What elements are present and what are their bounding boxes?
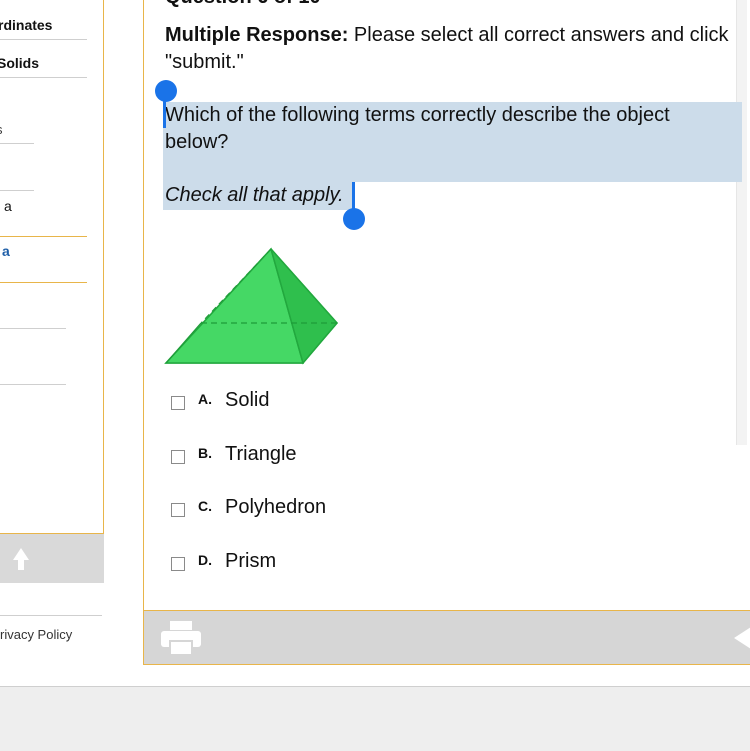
square-pyramid-image <box>164 247 338 365</box>
option-d-checkbox[interactable] <box>171 557 185 571</box>
sidebar-divider <box>0 384 66 385</box>
option-a-checkbox[interactable] <box>171 396 185 410</box>
left-sidebar: rdinates Solids s a a <box>0 0 104 583</box>
sidebar-item-active[interactable]: a <box>2 243 10 259</box>
bottom-toolbar <box>143 610 750 665</box>
selection-end-handle[interactable] <box>343 208 365 230</box>
instruction-label: Multiple Response: <box>165 24 349 46</box>
sidebar-item-solids[interactable]: Solids <box>0 55 39 71</box>
sidebar-divider <box>0 77 87 78</box>
footer-divider <box>0 615 102 616</box>
sidebar-divider <box>0 328 66 329</box>
option-label: Solid <box>225 389 270 411</box>
selection-start-handle[interactable] <box>155 80 177 102</box>
question-title: Question 6 of 10 <box>165 0 321 9</box>
next-arrow-icon[interactable] <box>734 623 750 653</box>
sidebar-divider <box>0 190 34 191</box>
option-letter: D. <box>198 552 212 568</box>
option-letter: B. <box>198 445 212 461</box>
sidebar-item-a[interactable]: a <box>4 198 12 214</box>
instructions: Multiple Response: Please select all cor… <box>165 22 735 76</box>
sidebar-scroll-up-button[interactable] <box>0 533 104 583</box>
selection-start-caret <box>163 100 166 128</box>
selection-end-caret <box>352 182 355 210</box>
sidebar-active-bottom-border <box>0 282 87 283</box>
sidebar-divider <box>0 39 87 40</box>
printer-icon[interactable] <box>161 621 201 655</box>
sidebar-item-coordinates[interactable]: rdinates <box>0 17 52 33</box>
sidebar-active-top-border <box>0 236 87 237</box>
option-label: Triangle <box>225 443 297 465</box>
page-footer <box>0 686 750 751</box>
sidebar-divider <box>0 143 34 144</box>
privacy-policy-link[interactable]: rivacy Policy <box>0 627 72 642</box>
option-b-checkbox[interactable] <box>171 450 185 464</box>
up-arrow-icon <box>13 548 29 570</box>
check-all-instruction: Check all that apply. <box>165 184 344 206</box>
option-label: Prism <box>225 550 277 572</box>
option-letter: C. <box>198 498 212 514</box>
sidebar-item-partial[interactable]: s <box>0 122 3 137</box>
option-letter: A. <box>198 391 212 407</box>
panel-scrollbar[interactable] <box>736 0 747 445</box>
option-c-checkbox[interactable] <box>171 503 185 517</box>
option-label: Polyhedron <box>225 496 327 518</box>
question-prompt: Which of the following terms correctly d… <box>165 104 670 153</box>
